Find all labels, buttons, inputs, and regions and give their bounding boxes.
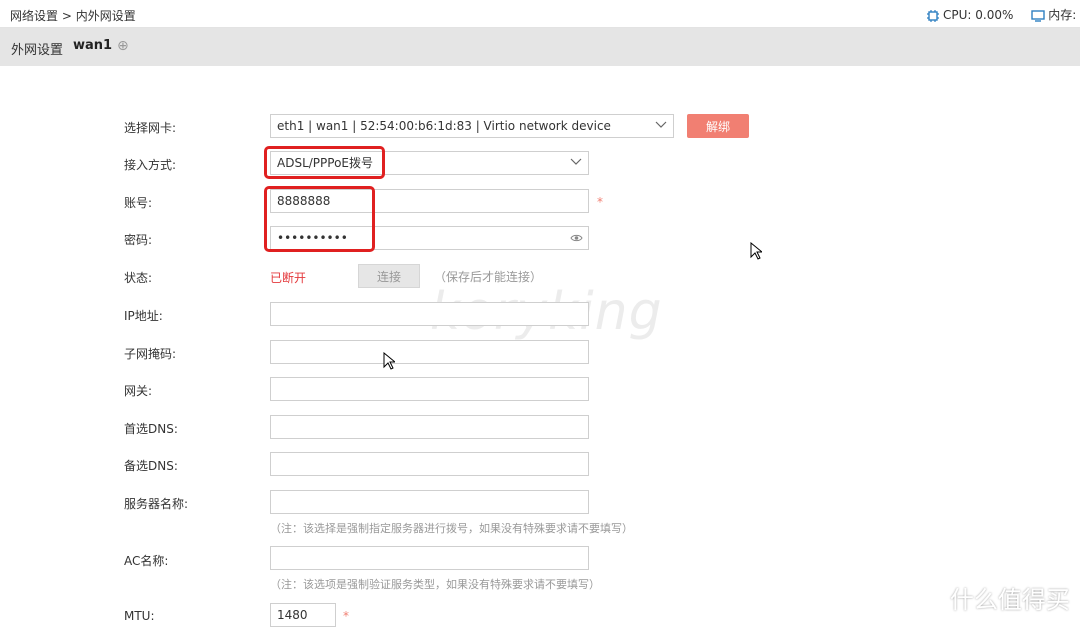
chevron-down-icon bbox=[570, 158, 582, 165]
status-value: 已断开 bbox=[270, 271, 307, 285]
add-icon[interactable]: ⊕ bbox=[117, 38, 129, 54]
status-label: 状态: bbox=[124, 271, 153, 285]
chip-icon bbox=[927, 9, 939, 22]
interface-name: wan1 bbox=[73, 38, 113, 53]
dns2-label: 备选DNS: bbox=[124, 459, 178, 473]
mtu-input[interactable] bbox=[270, 603, 336, 627]
nic-select-value: eth1 | wan1 | 52:54:00:b6:1d:83 | Virtio… bbox=[277, 119, 611, 133]
chevron-down-icon bbox=[655, 121, 667, 128]
password-label: 密码: bbox=[124, 233, 153, 247]
gateway-input[interactable] bbox=[270, 377, 589, 401]
cpu-stat: CPU: 0.00% bbox=[926, 8, 1017, 22]
system-stats: CPU: 0.00% 内存: 8% bbox=[926, 6, 1080, 23]
cpu-value: CPU: 0.00% bbox=[943, 8, 1014, 22]
ac-label: AC名称: bbox=[124, 554, 169, 568]
ip-label: IP地址: bbox=[124, 309, 163, 323]
section-header: 外网设置 wan1 ⊕ bbox=[0, 28, 1080, 66]
ac-input[interactable] bbox=[270, 546, 589, 570]
dns1-input[interactable] bbox=[270, 415, 589, 439]
highlight-box-credentials bbox=[264, 186, 375, 252]
server-label: 服务器名称: bbox=[124, 497, 189, 511]
mask-label: 子网掩码: bbox=[124, 347, 177, 361]
account-required-mark: * bbox=[597, 195, 603, 209]
ac-hint: （注：该选项是强制验证服务类型，如果没有特殊要求请不要填写） bbox=[270, 578, 600, 591]
connect-hint: （保存后才能连接） bbox=[434, 270, 543, 284]
section-title: 外网设置 bbox=[11, 43, 64, 58]
account-label: 账号: bbox=[124, 196, 153, 210]
logo-text: 什么值得买 bbox=[949, 586, 1070, 614]
ip-input[interactable] bbox=[270, 302, 589, 326]
logo-icon: 值 bbox=[912, 583, 942, 612]
mouse-cursor-icon bbox=[750, 242, 762, 260]
breadcrumb-parent[interactable]: 网络设置 bbox=[10, 9, 58, 23]
memory-stat: 内存: 8% bbox=[1031, 8, 1080, 22]
breadcrumb-current: 内外网设置 bbox=[75, 9, 136, 23]
connect-button[interactable]: 连接 bbox=[358, 264, 420, 288]
dns2-input[interactable] bbox=[270, 452, 589, 476]
mask-input[interactable] bbox=[270, 340, 589, 364]
nic-select[interactable]: eth1 | wan1 | 52:54:00:b6:1d:83 | Virtio… bbox=[270, 114, 674, 138]
nic-label: 选择网卡: bbox=[124, 121, 177, 135]
unbind-button[interactable]: 解绑 bbox=[687, 114, 749, 138]
breadcrumb: 网络设置 > 内外网设置 bbox=[10, 7, 136, 24]
memory-value: 内存: 8% bbox=[1048, 8, 1080, 22]
mtu-required-mark: * bbox=[343, 609, 349, 623]
highlight-box-access bbox=[264, 146, 385, 179]
eye-icon[interactable] bbox=[570, 233, 583, 243]
breadcrumb-separator: > bbox=[61, 9, 72, 23]
access-label: 接入方式: bbox=[124, 158, 177, 172]
server-input[interactable] bbox=[270, 490, 589, 514]
monitor-icon bbox=[1031, 9, 1045, 22]
mouse-cursor-icon bbox=[383, 352, 395, 370]
server-hint: （注：该选择是强制指定服务器进行拨号，如果没有特殊要求请不要填写） bbox=[270, 522, 633, 535]
gateway-label: 网关: bbox=[124, 384, 153, 398]
top-bar: 网络设置 > 内外网设置 CPU: 0.00% 内存: 8% bbox=[0, 0, 1080, 28]
svg-text:值: 值 bbox=[919, 589, 935, 608]
dns1-label: 首选DNS: bbox=[124, 422, 178, 436]
mtu-label: MTU: bbox=[124, 609, 155, 623]
site-logo: 值 什么值得买 bbox=[912, 580, 1070, 615]
